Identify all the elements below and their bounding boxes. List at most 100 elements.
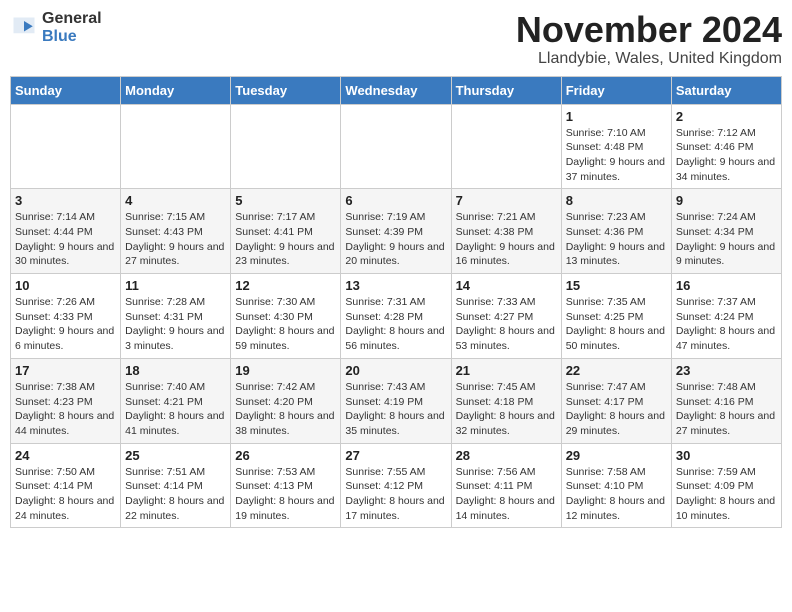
day-info: Sunrise: 7:21 AM Sunset: 4:38 PM Dayligh… — [456, 210, 557, 269]
logo-general-text: General — [42, 10, 102, 28]
table-row: 15Sunrise: 7:35 AM Sunset: 4:25 PM Dayli… — [561, 274, 671, 359]
day-number: 26 — [235, 448, 336, 463]
day-info: Sunrise: 7:53 AM Sunset: 4:13 PM Dayligh… — [235, 465, 336, 524]
table-row: 22 Sunrise: 7:47 AM Sunset: 4:17 PM Dayli… — [561, 358, 671, 443]
calendar-week-row: 3 Sunrise: 7:14 AM Sunset: 4:44 PM Daylig… — [11, 189, 782, 274]
col-thursday: Thursday — [451, 76, 561, 104]
table-row: 2 Sunrise: 7:12 AM Sunset: 4:46 PM Daylig… — [671, 104, 781, 189]
day-number: 6 — [345, 193, 446, 208]
table-row — [121, 104, 231, 189]
month-year-title: November 2024 — [516, 10, 782, 50]
logo-icon — [10, 14, 38, 42]
day-info: Sunrise: 7:26 AM Sunset: 4:33 PM Dayligh… — [15, 295, 116, 354]
table-row — [11, 104, 121, 189]
day-info: Sunrise: 7:19 AM Sunset: 4:39 PM Dayligh… — [345, 210, 446, 269]
table-row: 23 Sunrise: 7:48 AM Sunset: 4:16 PM Dayli… — [671, 358, 781, 443]
day-number: 30 — [676, 448, 777, 463]
calendar-week-row: 24 Sunrise: 7:50 AM Sunset: 4:14 PM Dayli… — [11, 443, 782, 528]
day-info: Sunrise: 7:47 AM Sunset: 4:17 PM Dayligh… — [566, 380, 667, 439]
table-row: 14Sunrise: 7:33 AM Sunset: 4:27 PM Dayli… — [451, 274, 561, 359]
table-row: 30 Sunrise: 7:59 AM Sunset: 4:09 PM Dayli… — [671, 443, 781, 528]
day-number: 1 — [566, 109, 667, 124]
day-info: Sunrise: 7:38 AM Sunset: 4:23 PM Dayligh… — [15, 380, 116, 439]
table-row: 26 Sunrise: 7:53 AM Sunset: 4:13 PM Dayli… — [231, 443, 341, 528]
day-info: Sunrise: 7:23 AM Sunset: 4:36 PM Dayligh… — [566, 210, 667, 269]
day-number: 5 — [235, 193, 336, 208]
title-area: November 2024 Llandybie, Wales, United K… — [516, 10, 782, 68]
day-number: 25 — [125, 448, 226, 463]
table-row: 19Sunrise: 7:42 AM Sunset: 4:20 PM Dayli… — [231, 358, 341, 443]
col-monday: Monday — [121, 76, 231, 104]
col-saturday: Saturday — [671, 76, 781, 104]
table-row: 29Sunrise: 7:58 AM Sunset: 4:10 PM Dayli… — [561, 443, 671, 528]
table-row: 1 Sunrise: 7:10 AM Sunset: 4:48 PM Daylig… — [561, 104, 671, 189]
day-info: Sunrise: 7:31 AM Sunset: 4:28 PM Dayligh… — [345, 295, 446, 354]
calendar-week-row: 17 Sunrise: 7:38 AM Sunset: 4:23 PM Dayli… — [11, 358, 782, 443]
day-info: Sunrise: 7:48 AM Sunset: 4:16 PM Dayligh… — [676, 380, 777, 439]
table-row — [451, 104, 561, 189]
table-row: 9 Sunrise: 7:24 AM Sunset: 4:34 PM Daylig… — [671, 189, 781, 274]
table-row: 7 Sunrise: 7:21 AM Sunset: 4:38 PM Daylig… — [451, 189, 561, 274]
day-info: Sunrise: 7:50 AM Sunset: 4:14 PM Dayligh… — [15, 465, 116, 524]
day-number: 28 — [456, 448, 557, 463]
day-number: 9 — [676, 193, 777, 208]
day-number: 23 — [676, 363, 777, 378]
day-number: 27 — [345, 448, 446, 463]
day-number: 12 — [235, 278, 336, 293]
day-info: Sunrise: 7:42 AM Sunset: 4:20 PM Dayligh… — [235, 380, 336, 439]
calendar-header-row: Sunday Monday Tuesday Wednesday Thursday… — [11, 76, 782, 104]
header: General Blue November 2024 Llandybie, Wa… — [10, 10, 782, 68]
table-row: 3 Sunrise: 7:14 AM Sunset: 4:44 PM Daylig… — [11, 189, 121, 274]
day-info: Sunrise: 7:51 AM Sunset: 4:14 PM Dayligh… — [125, 465, 226, 524]
logo: General Blue — [10, 10, 102, 45]
table-row: 25 Sunrise: 7:51 AM Sunset: 4:14 PM Dayli… — [121, 443, 231, 528]
day-info: Sunrise: 7:10 AM Sunset: 4:48 PM Dayligh… — [566, 126, 667, 185]
day-number: 10 — [15, 278, 116, 293]
day-number: 21 — [456, 363, 557, 378]
day-number: 14 — [456, 278, 557, 293]
day-info: Sunrise: 7:45 AM Sunset: 4:18 PM Dayligh… — [456, 380, 557, 439]
col-sunday: Sunday — [11, 76, 121, 104]
table-row: 28 Sunrise: 7:56 AM Sunset: 4:11 PM Dayli… — [451, 443, 561, 528]
day-number: 7 — [456, 193, 557, 208]
calendar-week-row: 10 Sunrise: 7:26 AM Sunset: 4:33 PM Dayli… — [11, 274, 782, 359]
col-friday: Friday — [561, 76, 671, 104]
calendar-table: Sunday Monday Tuesday Wednesday Thursday… — [10, 76, 782, 529]
table-row: 4Sunrise: 7:15 AM Sunset: 4:43 PM Daylig… — [121, 189, 231, 274]
day-number: 17 — [15, 363, 116, 378]
day-info: Sunrise: 7:28 AM Sunset: 4:31 PM Dayligh… — [125, 295, 226, 354]
day-number: 22 — [566, 363, 667, 378]
day-info: Sunrise: 7:30 AM Sunset: 4:30 PM Dayligh… — [235, 295, 336, 354]
logo-text: General Blue — [42, 10, 102, 45]
day-number: 8 — [566, 193, 667, 208]
day-number: 24 — [15, 448, 116, 463]
day-info: Sunrise: 7:58 AM Sunset: 4:10 PM Dayligh… — [566, 465, 667, 524]
day-info: Sunrise: 7:17 AM Sunset: 4:41 PM Dayligh… — [235, 210, 336, 269]
table-row: 16Sunrise: 7:37 AM Sunset: 4:24 PM Dayli… — [671, 274, 781, 359]
day-number: 11 — [125, 278, 226, 293]
table-row: 8 Sunrise: 7:23 AM Sunset: 4:36 PM Daylig… — [561, 189, 671, 274]
day-info: Sunrise: 7:59 AM Sunset: 4:09 PM Dayligh… — [676, 465, 777, 524]
table-row — [231, 104, 341, 189]
day-number: 15 — [566, 278, 667, 293]
day-info: Sunrise: 7:15 AM Sunset: 4:43 PM Dayligh… — [125, 210, 226, 269]
day-number: 3 — [15, 193, 116, 208]
day-info: Sunrise: 7:37 AM Sunset: 4:24 PM Dayligh… — [676, 295, 777, 354]
table-row: 13Sunrise: 7:31 AM Sunset: 4:28 PM Dayli… — [341, 274, 451, 359]
day-info: Sunrise: 7:55 AM Sunset: 4:12 PM Dayligh… — [345, 465, 446, 524]
col-tuesday: Tuesday — [231, 76, 341, 104]
day-info: Sunrise: 7:12 AM Sunset: 4:46 PM Dayligh… — [676, 126, 777, 185]
table-row: 20 Sunrise: 7:43 AM Sunset: 4:19 PM Dayli… — [341, 358, 451, 443]
day-info: Sunrise: 7:43 AM Sunset: 4:19 PM Dayligh… — [345, 380, 446, 439]
day-info: Sunrise: 7:14 AM Sunset: 4:44 PM Dayligh… — [15, 210, 116, 269]
day-info: Sunrise: 7:56 AM Sunset: 4:11 PM Dayligh… — [456, 465, 557, 524]
day-info: Sunrise: 7:24 AM Sunset: 4:34 PM Dayligh… — [676, 210, 777, 269]
location-subtitle: Llandybie, Wales, United Kingdom — [516, 50, 782, 68]
day-number: 2 — [676, 109, 777, 124]
col-wednesday: Wednesday — [341, 76, 451, 104]
table-row: 27 Sunrise: 7:55 AM Sunset: 4:12 PM Dayli… — [341, 443, 451, 528]
table-row — [341, 104, 451, 189]
table-row: 10 Sunrise: 7:26 AM Sunset: 4:33 PM Dayli… — [11, 274, 121, 359]
day-number: 20 — [345, 363, 446, 378]
table-row: 11 Sunrise: 7:28 AM Sunset: 4:31 PM Dayli… — [121, 274, 231, 359]
